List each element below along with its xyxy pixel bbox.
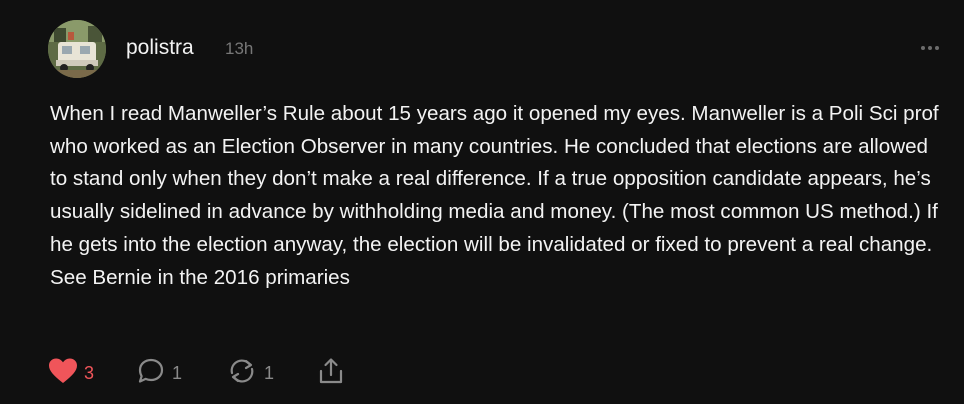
more-options-icon[interactable] [916, 38, 944, 58]
reply-count: 1 [172, 362, 183, 383]
comment-icon [136, 357, 166, 390]
repost-icon [226, 357, 258, 390]
heart-icon [48, 357, 78, 390]
avatar-image [48, 20, 106, 78]
post-card: polistra 13h When I read Manweller’s Rul… [0, 0, 964, 404]
share-button[interactable] [316, 356, 346, 391]
like-button[interactable]: 3 [48, 358, 94, 388]
share-icon [316, 356, 346, 391]
repost-button[interactable]: 1 [226, 358, 274, 388]
reply-button[interactable]: 1 [136, 358, 182, 388]
post-body: When I read Manweller’s Rule about 15 ye… [50, 102, 939, 289]
post-timestamp: 13h [225, 39, 254, 58]
repost-count: 1 [264, 362, 275, 383]
author-username[interactable]: polistra [126, 36, 194, 60]
avatar[interactable] [48, 20, 106, 78]
like-count: 3 [84, 362, 95, 383]
